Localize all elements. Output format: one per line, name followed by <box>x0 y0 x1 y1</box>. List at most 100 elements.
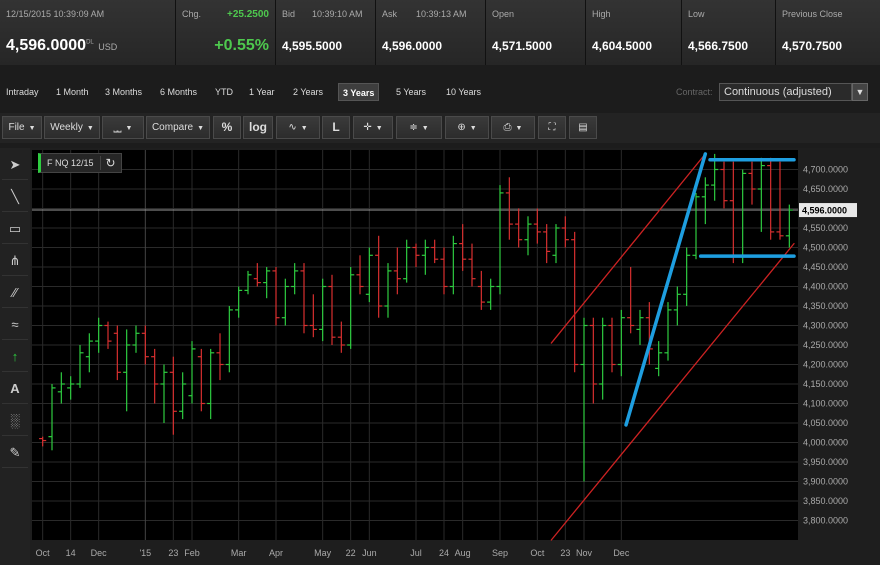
tab-5-years[interactable]: 5 Years <box>392 83 430 101</box>
y-tick-label: 4,050.0000 <box>803 418 848 428</box>
y-tick-label: 3,800.0000 <box>803 516 848 526</box>
chevron-down-icon: ▼ <box>125 125 133 132</box>
y-tick-label: 4,100.0000 <box>803 399 848 409</box>
ohlc-bars-icon: ⎵⎵ <box>113 122 122 133</box>
studies-button[interactable]: ≑ ▼ <box>396 116 442 139</box>
high-label: High <box>592 9 611 19</box>
log-scale-button[interactable]: log <box>243 116 273 139</box>
ask-cell: Ask 10:39:13 AM 4,596.0000 <box>376 0 486 65</box>
ask-time: 10:39:13 AM <box>416 9 467 19</box>
y-tick-label: 4,000.0000 <box>803 438 848 448</box>
y-tick-label: 4,350.0000 <box>803 301 848 311</box>
fullscreen-button[interactable]: ⛶ <box>538 116 566 139</box>
tab-1-month[interactable]: 1 Month <box>52 83 93 101</box>
x-tick-label: Aug <box>455 548 471 558</box>
y-tick-label: 4,700.0000 <box>803 165 848 175</box>
chevron-down-icon[interactable]: ▼ <box>852 83 868 101</box>
tab-1-year[interactable]: 1 Year <box>245 83 279 101</box>
chevron-down-icon: ▼ <box>86 125 94 132</box>
line-icon[interactable]: ╲ <box>2 182 28 212</box>
tab-10-years[interactable]: 10 Years <box>442 83 485 101</box>
chevron-down-icon: ▼ <box>300 125 308 132</box>
crosshair-icon: ✛ <box>363 122 372 133</box>
last-price-cell: 12/15/2015 10:39:09 AM 4,596.0000DL USD <box>0 0 176 65</box>
x-tick-label: Mar <box>231 548 247 558</box>
chart-canvas[interactable]: 3,800.0000 3,850.0000 3,900.0000 3,950.0000… <box>30 148 880 565</box>
y-tick-label: 4,300.0000 <box>803 321 848 331</box>
drawing-toolbar: ➤ ╲ ▭ ⋔ ∕∕ ≈ ↑ A ░ ✎ <box>0 148 30 565</box>
ask-label: Ask <box>382 9 398 19</box>
change-value: +25.2500 <box>227 9 269 20</box>
x-tick-label: Dec <box>91 548 108 558</box>
parallel-lines-icon[interactable]: ∕∕ <box>2 278 28 308</box>
text-icon[interactable]: A <box>2 374 28 404</box>
chart-type-button[interactable]: ⎵⎵ ▼ <box>102 116 144 139</box>
x-tick-label: Jul <box>410 548 422 558</box>
x-tick-label: May <box>314 548 332 558</box>
x-tick-label: 14 <box>66 548 76 558</box>
interval-label: Weekly <box>50 122 83 133</box>
change-cell: Chg. +25.2500 +0.55% <box>176 0 276 65</box>
last-price-tag-label: 4,596.0000 <box>802 206 847 216</box>
change-label: Chg. <box>182 9 202 19</box>
range-tabs: Intraday 1 Month 3 Months 6 Months YTD 1… <box>0 80 880 104</box>
tab-2-years[interactable]: 2 Years <box>289 83 327 101</box>
arrow-up-icon[interactable]: ↑ <box>2 342 28 372</box>
y-tick-label: 4,550.0000 <box>803 223 848 233</box>
trash-icon[interactable]: ░ <box>2 406 28 436</box>
low-label: Low <box>688 9 705 19</box>
x-tick-label: 23 <box>560 548 570 558</box>
rectangle-icon[interactable]: ▭ <box>2 214 28 244</box>
tab-intraday[interactable]: Intraday <box>2 83 43 101</box>
y-tick-label: 4,200.0000 <box>803 360 848 370</box>
y-tick-label: 4,500.0000 <box>803 243 848 253</box>
x-tick-label: Feb <box>184 548 200 558</box>
tab-3-months[interactable]: 3 Months <box>101 83 146 101</box>
y-tick-label: 4,250.0000 <box>803 340 848 350</box>
quote-header: 12/15/2015 10:39:09 AM 4,596.0000DL USD … <box>0 0 880 65</box>
percent-button[interactable]: % <box>213 116 241 139</box>
y-tick-label: 4,650.0000 <box>803 184 848 194</box>
printer-icon: ⎙ <box>503 122 512 133</box>
open-value: 4,571.5000 <box>492 39 553 53</box>
snapshot-button[interactable]: ▤ <box>569 116 597 139</box>
y-tick-label: 3,950.0000 <box>803 457 848 467</box>
tab-3-years[interactable]: 3 Years <box>338 83 380 101</box>
fibonacci-icon[interactable]: ≈ <box>2 310 28 340</box>
contract-select[interactable]: Continuous (adjusted) <box>719 83 852 101</box>
tab-ytd[interactable]: YTD <box>211 83 237 101</box>
currency: USD <box>98 42 118 52</box>
high-cell: High 4,604.5000 <box>586 0 682 65</box>
compare-button[interactable]: Compare ▼ <box>146 116 210 139</box>
pencil-icon[interactable]: ✎ <box>2 438 28 468</box>
x-tick-label: '15 <box>139 548 151 558</box>
indicators-button[interactable]: ∿ ▼ <box>276 116 320 139</box>
line-chart-button[interactable]: L <box>322 116 350 139</box>
x-tick-label: Nov <box>576 548 593 558</box>
symbol-label: F NQ 12/15 <box>47 158 94 168</box>
studies-icon: ≑ <box>409 122 418 133</box>
cursor-arrow-icon[interactable]: ➤ <box>2 150 28 180</box>
last-price-group: 4,596.0000DL USD <box>6 37 117 55</box>
y-tick-label: 3,900.0000 <box>803 477 848 487</box>
chevron-down-icon: ▼ <box>375 125 383 132</box>
snapshot-icon: ▤ <box>578 122 588 133</box>
crosshair-button[interactable]: ✛ ▼ <box>353 116 393 139</box>
zoom-button[interactable]: ⊕ ▼ <box>445 116 489 139</box>
tab-6-months[interactable]: 6 Months <box>156 83 201 101</box>
quote-timestamp: 12/15/2015 10:39:09 AM <box>6 9 105 19</box>
pitchfork-icon[interactable]: ⋔ <box>2 246 28 276</box>
price-chart[interactable]: F NQ 12/15 ↻ 3,800.0000 3,850.0000 3,900.0… <box>30 148 880 565</box>
file-menu-button[interactable]: File ▼ <box>2 116 42 139</box>
previous-close-value: 4,570.7500 <box>782 39 843 53</box>
chart-toolbar: File ▼ Weekly ▼ ⎵⎵ ▼ Compare ▼ % log ∿ ▼ L ✛ ▼… <box>0 113 880 143</box>
bid-label: Bid <box>282 9 296 19</box>
refresh-icon[interactable]: ↻ <box>99 156 121 170</box>
chevron-down-icon: ▼ <box>469 125 477 132</box>
interval-menu-button[interactable]: Weekly ▼ <box>44 116 100 139</box>
chevron-down-icon: ▼ <box>197 125 205 132</box>
x-tick-label: Sep <box>492 548 508 558</box>
bid-value: 4,595.5000 <box>282 39 343 53</box>
print-button[interactable]: ⎙ ▼ <box>491 116 535 139</box>
bid-time: 10:39:10 AM <box>312 9 363 19</box>
